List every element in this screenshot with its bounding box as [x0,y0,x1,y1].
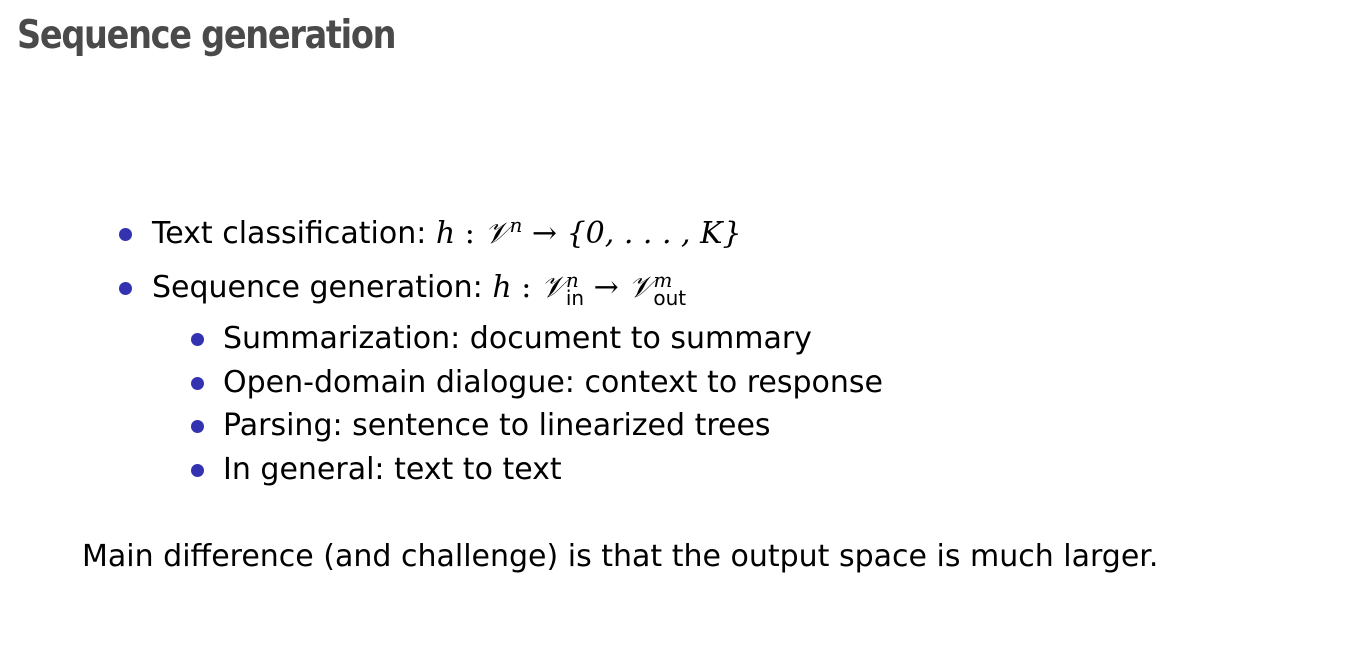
formula-codomain-sub: out [653,286,687,310]
bullet-label: Sequence generation: [152,270,483,305]
sub-bullet-dot [191,420,204,433]
bullet-item-text-classification: Text classification: h : 𝒱n → {0, . . . … [152,214,742,254]
sub-item-general: In general: text to text [223,452,562,487]
generation-formula: h : 𝒱n in → 𝒱m out [492,270,687,310]
formula-func: h [435,216,456,251]
bullet-label: Text classification: [152,216,427,251]
formula-domain: 𝒱 [540,270,566,305]
sub-bullet-dot [191,333,204,346]
formula-colon: : [464,216,475,251]
bullet-item-sequence-generation: Sequence generation: h : 𝒱n in → 𝒱m out [152,268,686,308]
formula-codomain: 𝒱 [628,270,654,305]
formula-arrow: → [531,216,558,251]
sub-item-summarization: Summarization: document to summary [223,321,812,356]
bullet-dot [119,228,132,241]
sub-bullet-dot [191,377,204,390]
slide: Sequence generation Text classification:… [0,0,1371,656]
summary-note: Main difference (and challenge) is that … [82,539,1159,574]
bullet-dot [119,282,132,295]
formula-domain: 𝒱 [484,216,510,251]
formula-arrow: → [593,270,619,305]
sub-item-dialogue: Open-domain dialogue: context to respons… [223,365,883,400]
sub-bullet-dot [191,464,204,477]
formula-domain-sub: in [565,286,585,310]
formula-func: h [492,270,512,305]
formula-domain-sup: n [509,213,523,237]
formula-colon: : [521,270,532,305]
sub-item-parsing: Parsing: sentence to linearized trees [223,408,771,443]
classification-formula: h : 𝒱n → {0, . . . , K} [435,213,742,251]
formula-codomain: {0, . . . , K} [566,216,742,251]
